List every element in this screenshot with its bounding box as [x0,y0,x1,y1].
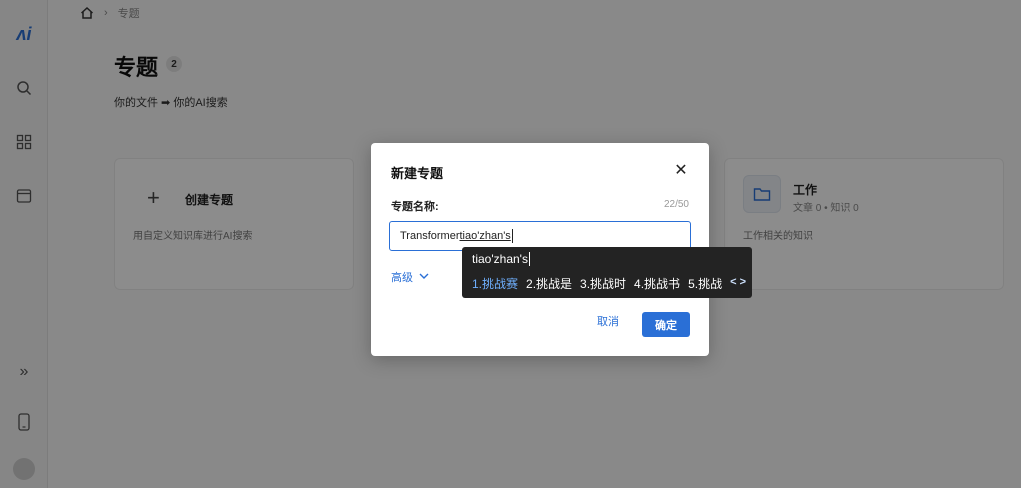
input-committed-text: Transformer [400,230,460,242]
ime-page-arrows-icon[interactable]: < > [730,276,746,288]
ime-candidate[interactable]: 5.挑战 [688,275,722,292]
cancel-button[interactable]: 取消 [597,313,619,329]
ime-candidate[interactable]: 2.挑战是 [526,275,572,292]
input-composing-text: tiao'zhan's [459,230,511,242]
ime-candidate[interactable]: 4.挑战书 [634,275,680,292]
close-icon[interactable]: ✕ [673,163,689,179]
advanced-label: 高级 [391,272,413,284]
confirm-button[interactable]: 确定 [642,312,690,337]
chevron-down-icon [419,271,429,283]
ime-composition: tiao'zhan's [472,252,530,266]
ime-candidate[interactable]: 3.挑战时 [580,275,626,292]
ime-candidate[interactable]: 1.挑战赛 [472,275,518,292]
dialog-title: 新建专题 [391,166,444,181]
ime-candidate-list: 1.挑战赛 2.挑战是 3.挑战时 4.挑战书 5.挑战 [472,275,722,292]
ime-composition-text: tiao'zhan's [472,252,528,266]
ime-candidate-window: tiao'zhan's 1.挑战赛 2.挑战是 3.挑战时 4.挑战书 5.挑战… [462,247,752,298]
advanced-toggle[interactable]: 高级 [391,269,429,285]
text-caret [511,229,513,243]
char-count: 22/50 [663,199,689,210]
ime-caret [528,252,530,266]
topic-name-label: 专题名称: [391,201,439,213]
